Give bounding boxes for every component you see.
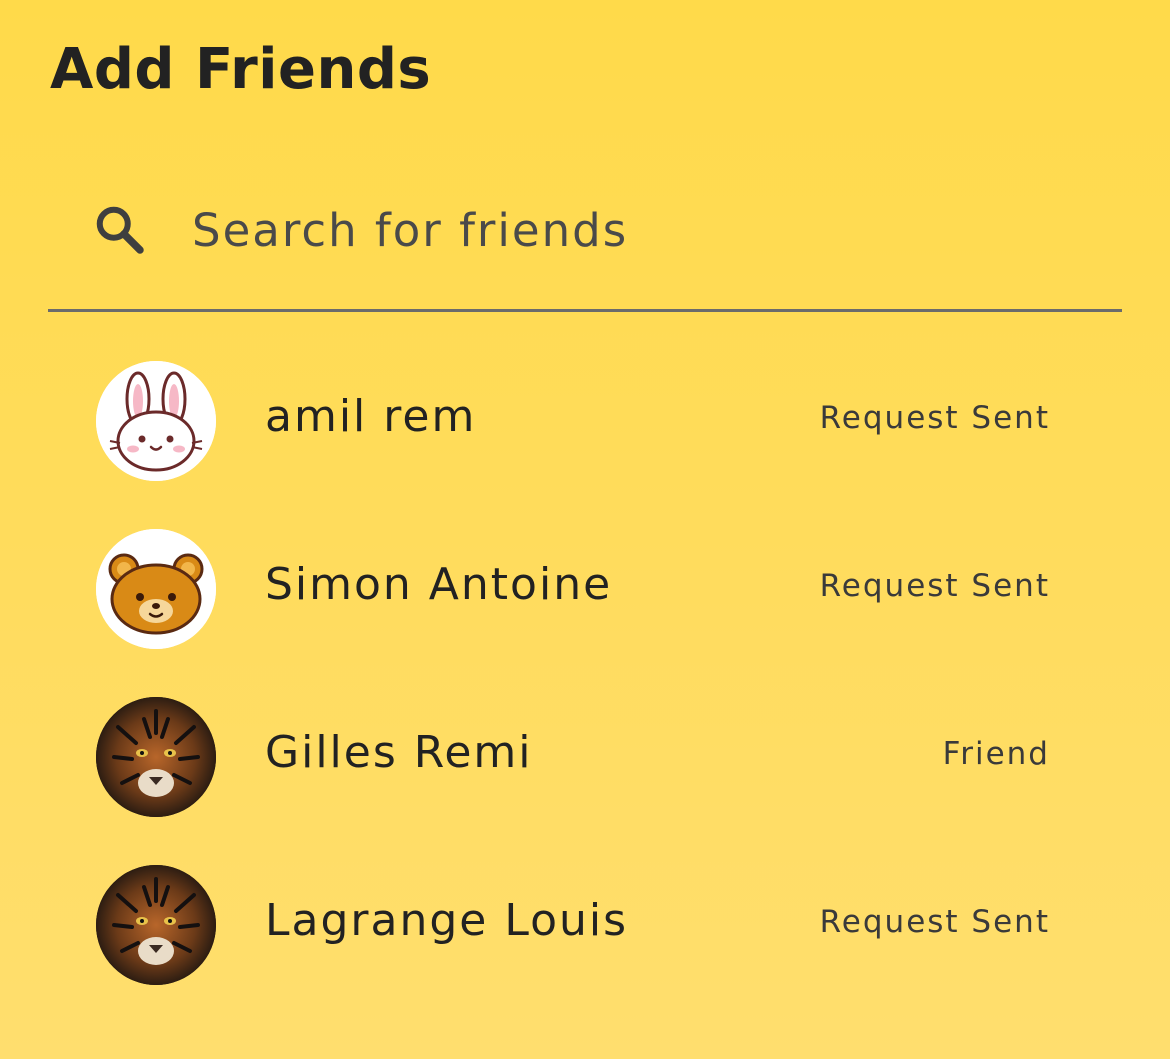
- friend-name: amil rem: [265, 391, 477, 442]
- avatar[interactable]: [96, 865, 216, 985]
- search-icon: [96, 206, 144, 254]
- friend-row[interactable]: Simon Antoine Request Sent: [48, 505, 1122, 673]
- friend-name: Lagrange Louis: [265, 895, 629, 946]
- tiger-photo: [96, 697, 216, 817]
- request-status-button[interactable]: Request Sent: [820, 403, 1050, 434]
- request-status-button[interactable]: Request Sent: [820, 571, 1050, 602]
- friend-name: Simon Antoine: [265, 559, 613, 610]
- avatar[interactable]: [96, 697, 216, 817]
- avatar[interactable]: [96, 529, 216, 649]
- page-title: Add Friends: [50, 37, 432, 102]
- friend-row[interactable]: Lagrange Louis Request Sent: [48, 841, 1122, 1009]
- bunny-icon: [96, 361, 216, 481]
- bear-icon: [96, 529, 216, 649]
- friend-status-button[interactable]: Friend: [943, 739, 1050, 770]
- tiger-photo: [96, 865, 216, 985]
- friend-row[interactable]: Gilles Remi Friend: [48, 673, 1122, 841]
- friend-row[interactable]: amil rem Request Sent: [48, 337, 1122, 505]
- search-input[interactable]: [192, 198, 1072, 262]
- friend-name: Gilles Remi: [265, 727, 533, 778]
- avatar[interactable]: [96, 361, 216, 481]
- request-status-button[interactable]: Request Sent: [820, 907, 1050, 938]
